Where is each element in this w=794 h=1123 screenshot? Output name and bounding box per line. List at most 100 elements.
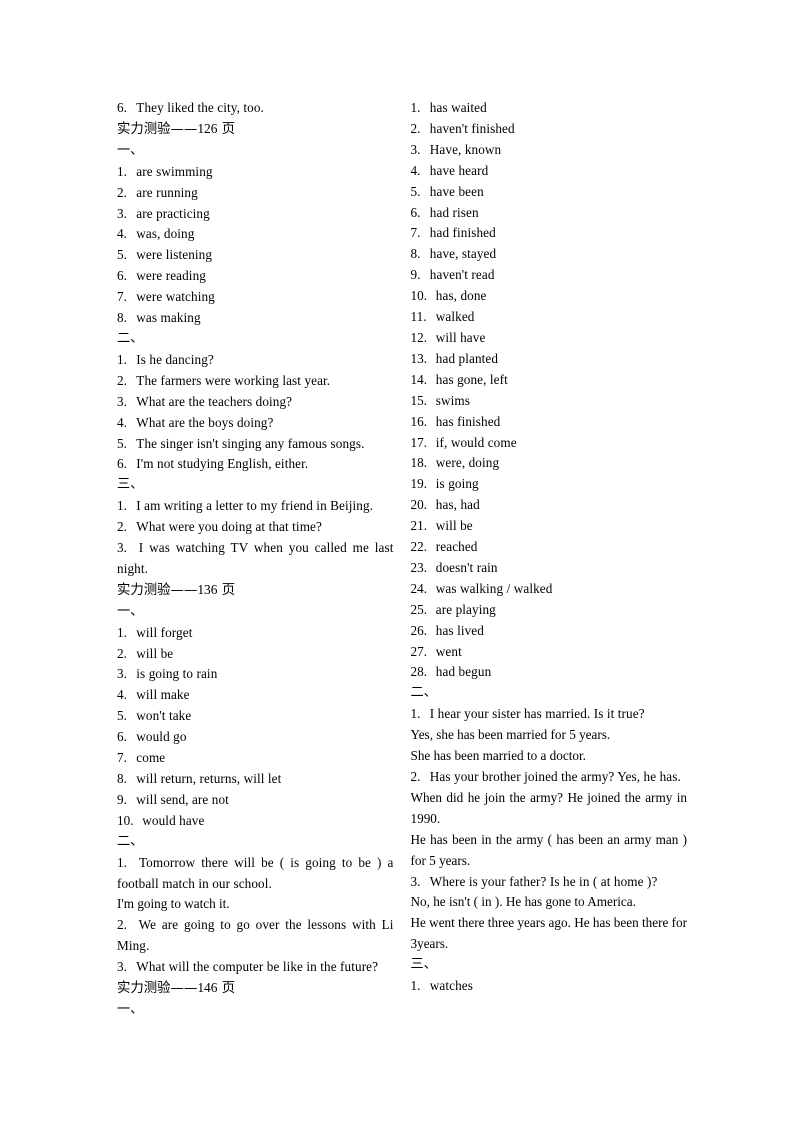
answer-item: 2. We are going to go over the lessons w… [117,915,394,957]
section-marker: 一、 [117,603,144,619]
answer-item-text: were, doing [435,455,500,471]
answer-item-text: would go [136,729,187,745]
answer-item: 4. was, doing [117,224,394,245]
answer-item-text: Has your brother joined the army? Yes, h… [429,769,681,784]
answer-item: 12. will have [411,328,688,349]
answer-item-number: 6. [410,204,421,220]
answer-item: 27. went [411,642,688,663]
test-heading-label: 实力测验—— [117,981,198,997]
answer-item-number: 23. [410,559,427,575]
answer-item-text: are playing [435,601,496,617]
answer-item-number: 14. [410,371,427,387]
answer-item: 5. were listening [117,245,394,266]
answer-item-text: Where is your father? Is he in ( at home… [429,873,658,889]
answer-item-text: if, would come [435,434,517,450]
answer-item-number: 1. [410,978,421,994]
answer-item: 14. has gone, left [411,370,688,391]
answer-item-number: 1. [410,100,421,115]
answer-item: 15. swims [411,391,688,412]
answer-item-number: 1. [117,498,127,514]
answer-item-number: 7. [117,289,127,305]
answer-item: 20. has, had [411,495,688,516]
answer-item-text: The singer isn't singing any famous song… [136,435,365,451]
answer-item-number: 7. [410,225,421,241]
test-heading-page-unit: 页 [221,121,236,137]
answer-item-number: 3. [410,141,421,157]
answer-item-number: 27. [410,643,427,659]
answer-item-text: watches [429,978,473,994]
answer-item-number: 10. [117,812,134,828]
answer-item-number: 6. [117,268,127,284]
answer-item-number: 10. [410,288,427,304]
answer-item-text: will return, returns, will let [136,771,282,786]
answer-item-text: won't take [136,708,192,724]
answer-item: 2. Has your brother joined the army? Yes… [411,767,688,788]
answer-item-text: is going [435,476,479,492]
answer-item: 25. are playing [411,600,688,621]
answer-item-number: 2. [117,519,127,535]
answer-item: 3. Have, known [411,140,688,161]
answer-item-number: 24. [410,580,427,596]
answer-item: 8. will return, returns, will let [117,769,394,790]
answer-item-text: are swimming [136,163,213,179]
answer-item: 19. is going [411,474,688,495]
answer-item-text: I'm not studying English, either. [136,456,309,472]
answer-item-text: will have [435,329,486,345]
answer-item-text: Have, known [429,141,502,157]
test-heading-page-unit: 页 [221,981,236,997]
answer-item-text: has, had [435,497,480,513]
answer-item-text: had risen [429,204,479,220]
answer-item-text: were watching [136,289,215,305]
answer-item-number: 12. [410,329,427,345]
answer-item-number: 7. [117,750,127,766]
answer-item: 5. The singer isn't singing any famous s… [117,434,394,455]
answer-item-text: I hear your sister has married. Is it tr… [429,706,645,722]
answer-item: 2. haven't finished [411,119,688,140]
answer-continuation-line: He went there three years ago. He has be… [410,915,688,952]
answer-item-number: 8. [117,771,127,786]
answer-item-number: 18. [410,455,427,471]
answer-item-text: were reading [136,268,206,284]
answer-item-text: has gone, left [435,371,508,387]
test-heading: 实力测验——136 页 [117,580,394,602]
answer-item-number: 20. [410,497,427,513]
answer-item-text: had begun [435,664,492,680]
answer-item: 4. have heard [411,161,688,182]
answer-item-text: has waited [429,100,487,115]
answer-item-text: They liked the city, too. [136,100,264,115]
answer-item-text: What were you doing at that time? [136,519,322,535]
answer-item-text: Is he dancing? [136,351,214,367]
section-marker: 三、 [117,477,144,493]
answer-item: 6. They liked the city, too. [117,98,394,119]
answer-item: 2. will be [117,644,394,665]
answer-item-text: have been [429,183,484,199]
section-marker: 二、 [410,685,437,701]
answer-continuation-line: He has been in the army ( has been an ar… [410,831,688,868]
answer-item-text: was making [136,310,201,326]
answer-item: 8. have, stayed [411,244,688,265]
test-heading: 实力测验——146 页 [117,978,394,1000]
answer-item-text: have heard [429,162,489,178]
answer-item: 5. won't take [117,706,394,727]
answer-item-number: 9. [117,791,127,807]
answer-item-number: 16. [410,413,427,429]
answer-item-text: has finished [435,413,501,429]
answer-item: 3. What will the computer be like in the… [117,957,394,978]
answer-item-text: will make [136,687,190,703]
answer-item: 1. watches [411,976,688,997]
answer-item-number: 3. [117,205,127,221]
answer-item-number: 6. [117,456,127,472]
answer-item-text: What will the computer be like in the fu… [136,959,379,975]
answer-item-number: 2. [117,645,127,661]
answer-item: 4. will make [117,685,394,706]
answer-item-number: 1. [117,163,127,179]
answer-item: 6. I'm not studying English, either. [117,454,394,475]
answer-item-text: are running [136,184,198,200]
answer-item-text: had finished [429,225,496,241]
answer-item-number: 8. [117,310,127,326]
answer-item-number: 1. [117,624,127,640]
answer-item-text: doesn't rain [435,559,498,575]
answer-item-number: 6. [117,100,127,115]
answer-item-text: would have [142,812,205,828]
answer-continuation-line: Yes, she has been married for 5 years. [410,727,611,743]
